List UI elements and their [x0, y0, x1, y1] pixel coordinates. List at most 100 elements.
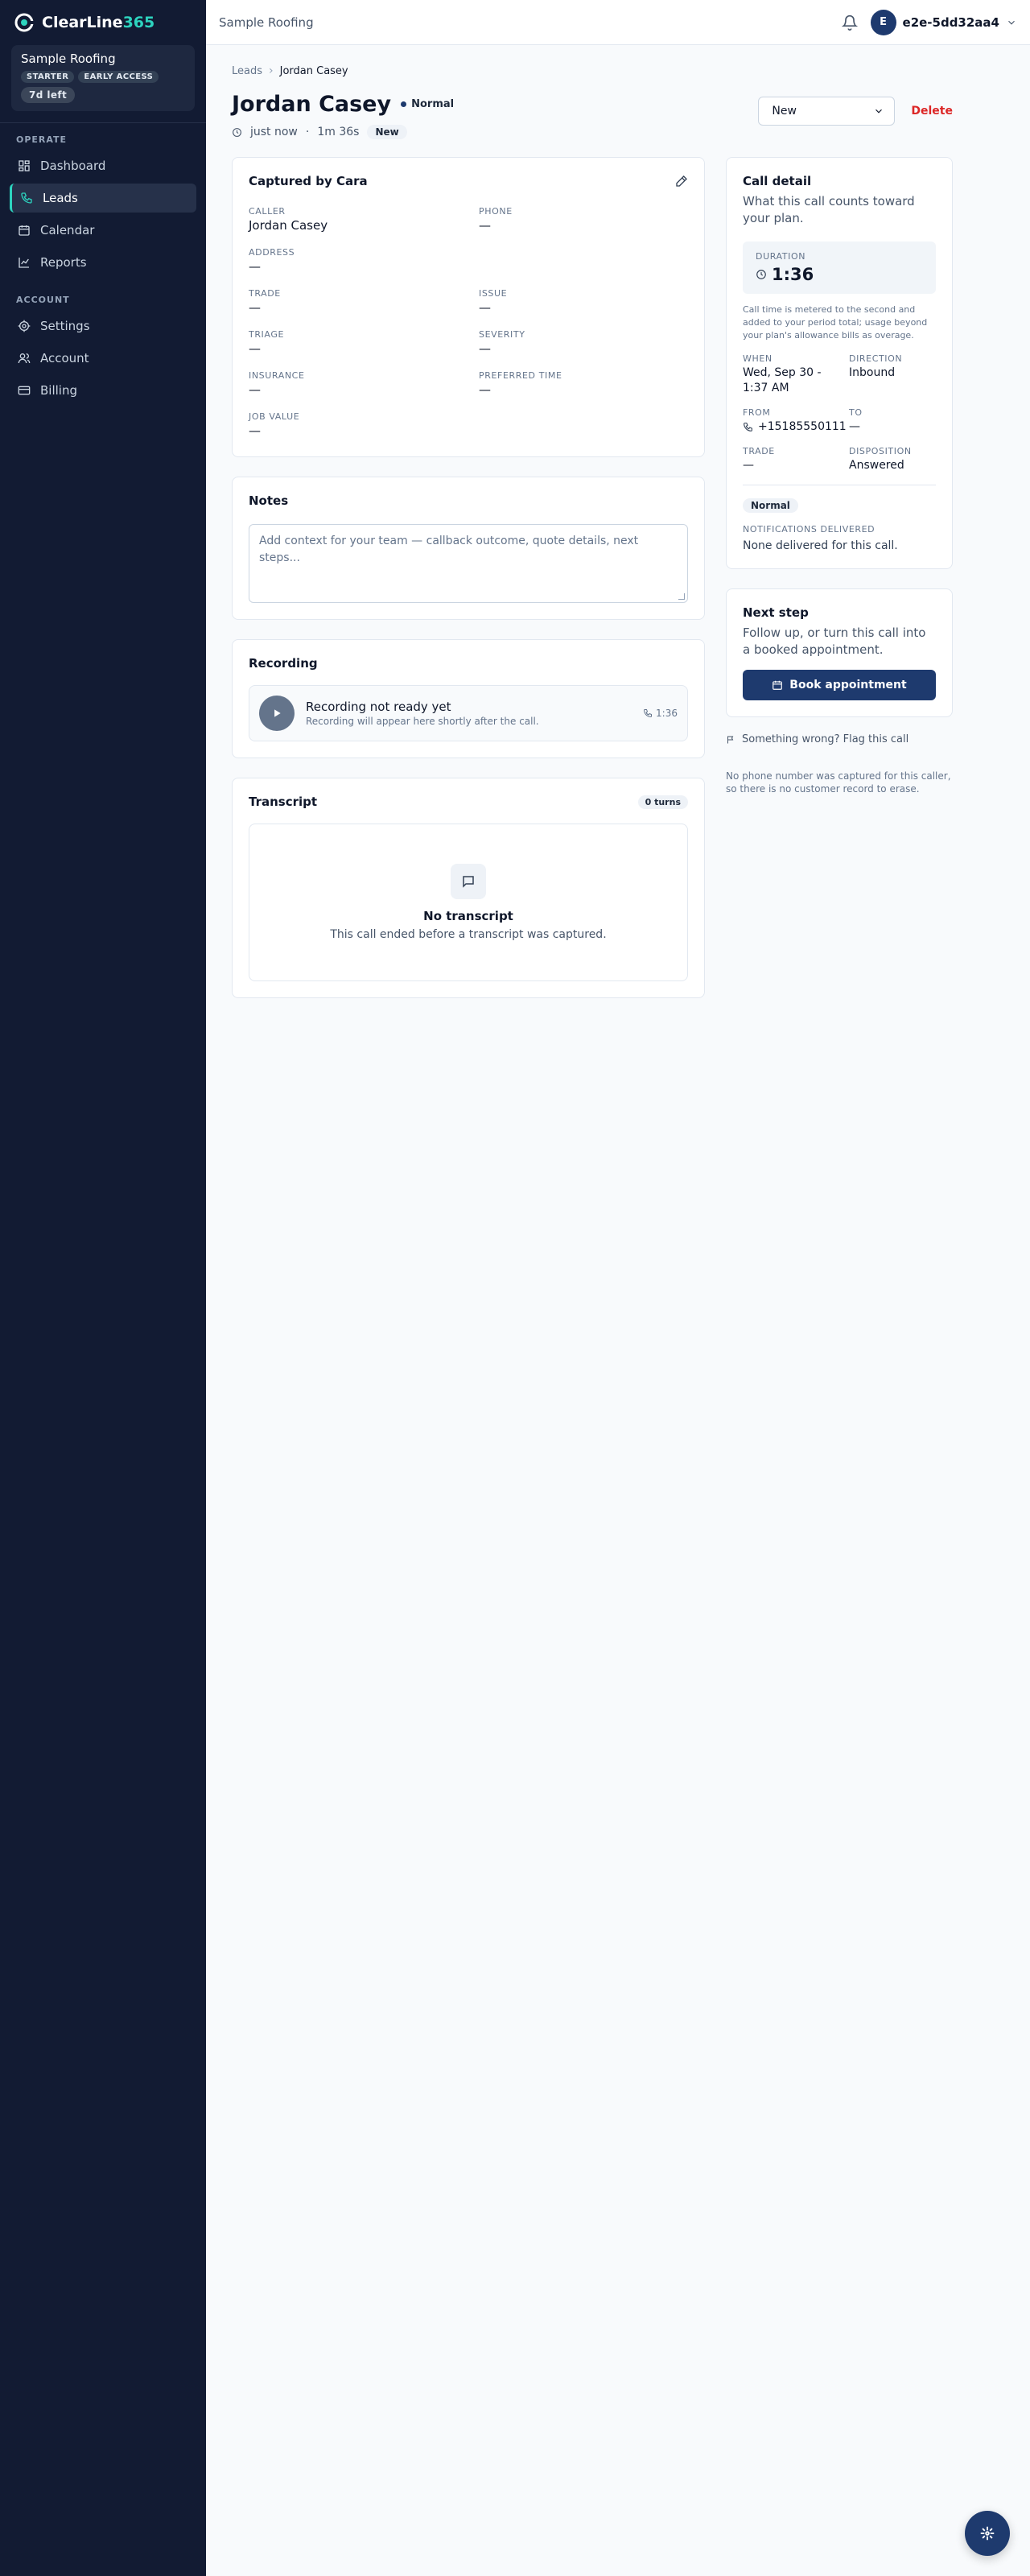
assistant-button[interactable] — [965, 2511, 1010, 2556]
delete-button[interactable]: Delete — [911, 105, 953, 118]
phone-icon — [744, 423, 752, 431]
plan-badge: STARTER — [21, 71, 75, 83]
notes-title: Notes — [249, 493, 289, 508]
breadcrumb-leads-link[interactable]: Leads — [232, 65, 262, 77]
sidebar-item-dashboard[interactable]: Dashboard — [10, 151, 196, 180]
users-icon — [18, 353, 31, 364]
no-phone-note: No phone number was captured for this ca… — [726, 770, 951, 795]
empty-sub: This call ended before a transcript was … — [330, 928, 607, 941]
metering-note: Call time is metered to the second and a… — [743, 304, 928, 341]
calendar-icon — [772, 680, 783, 690]
captured-card: Captured by Cara CALLER Jordan Casey PHON… — [232, 157, 705, 457]
chevron-right-icon: › — [269, 64, 274, 77]
book-appointment-button[interactable]: Book appointment — [743, 670, 936, 700]
transcript-title: Transcript — [249, 795, 318, 809]
field-phone: PHONE — — [479, 206, 513, 233]
sidebar-item-reports[interactable]: Reports — [10, 248, 196, 277]
sidebar-divider — [0, 122, 206, 123]
topbar: Sample Roofing E e2e-5dd32aa4 — [206, 0, 1030, 45]
calendar-icon — [19, 225, 30, 236]
recording-title: Recording — [249, 656, 318, 671]
field-issue: ISSUE — — [479, 288, 508, 315]
card-icon — [18, 386, 31, 395]
field-caller: CALLER Jordan Casey — [249, 206, 328, 233]
brand[interactable]: ClearLine365 — [0, 0, 206, 45]
recording-card: Recording Recording not ready yet Record… — [232, 639, 705, 758]
page-title: Jordan Casey — [232, 92, 392, 117]
recording-duration: 1:36 — [643, 708, 678, 719]
duration-value: 1:36 — [772, 265, 814, 284]
notifications-value: None delivered for this call. — [743, 539, 898, 552]
main-content: Leads › Jordan Casey Jordan Casey Normal… — [232, 45, 953, 1018]
dashboard-icon — [19, 160, 30, 171]
clock-icon — [756, 270, 766, 279]
detail-to: TO — — [849, 407, 863, 433]
sidebar-item-billing[interactable]: Billing — [10, 376, 196, 405]
user-name: e2e-5dd32aa4 — [902, 14, 999, 30]
recording-player: Recording not ready yet Recording will a… — [249, 685, 688, 741]
topbar-org-name: Sample Roofing — [219, 14, 314, 30]
brand-name: ClearLine365 — [42, 14, 155, 31]
user-menu[interactable]: E e2e-5dd32aa4 — [870, 9, 1017, 35]
avatar: E — [870, 9, 896, 35]
priority-chip: Normal — [743, 498, 798, 513]
detail-trade: TRADE — — [743, 446, 775, 472]
chart-icon — [19, 258, 29, 268]
org-name: Sample Roofing — [21, 52, 116, 66]
phone-icon — [21, 192, 32, 204]
nav-section-operate: OPERATE — [16, 134, 68, 145]
detail-disposition: DISPOSITION Answered — [849, 446, 912, 472]
notes-textarea[interactable]: Add context for your team — callback out… — [249, 524, 688, 603]
notifications-label: NOTIFICATIONS DELIVERED — [743, 524, 876, 535]
resize-handle[interactable] — [678, 593, 685, 600]
sidebar-item-account[interactable]: Account — [10, 344, 196, 373]
call-length: 1m 36s — [317, 126, 360, 138]
sidebar: ClearLine365 Sample Roofing STARTER EARL… — [0, 0, 206, 2576]
phone-icon — [644, 709, 653, 718]
detail-from: FROM +15185550111 — [743, 407, 847, 433]
transcript-card: Transcript 0 turns No transcript This ca… — [232, 778, 705, 998]
logo-icon — [14, 13, 34, 32]
field-insurance: INSURANCE — — [249, 370, 305, 397]
sparkle-icon — [980, 2526, 995, 2541]
early-access-badge: EARLY ACCESS — [78, 71, 159, 83]
nav-section-account: ACCOUNT — [16, 295, 70, 305]
sidebar-item-settings[interactable]: Settings — [10, 312, 196, 341]
flag-call-link[interactable]: Something wrong? Flag this call — [726, 733, 953, 745]
call-detail-card: Call detail What this call counts toward… — [726, 157, 953, 569]
field-preferred-time: PREFERRED TIME — — [479, 370, 562, 397]
field-severity: SEVERITY — — [479, 329, 525, 356]
play-icon — [274, 709, 281, 717]
duration-box: DURATION 1:36 — [743, 242, 936, 294]
sidebar-item-leads[interactable]: Leads — [10, 184, 196, 213]
pencil-icon[interactable] — [675, 175, 688, 188]
chevron-down-icon — [1008, 20, 1015, 25]
flag-icon — [727, 736, 734, 743]
notes-card: Notes Add context for your team — callba… — [232, 477, 705, 620]
time-ago: just now — [250, 126, 298, 138]
recording-sub: Recording will appear here shortly after… — [306, 716, 539, 727]
breadcrumb: Leads › Jordan Casey — [232, 64, 953, 77]
next-step-card: Next step Follow up, or turn this call i… — [726, 588, 953, 717]
call-detail-sub: What this call counts toward your plan. — [743, 194, 915, 225]
org-switcher[interactable]: Sample Roofing STARTER EARLY ACCESS 7d l… — [11, 45, 195, 111]
detail-when: WHEN Wed, Sep 30 - 1:37 AM — [743, 353, 822, 394]
play-button[interactable] — [259, 696, 295, 731]
trial-badge: 7d left — [21, 87, 76, 103]
field-triage: TRIAGE — — [249, 329, 285, 356]
turns-badge: 0 turns — [637, 795, 688, 809]
status-select[interactable]: New — [758, 97, 896, 126]
priority-badge: Normal — [401, 98, 454, 110]
priority-dot — [401, 101, 407, 107]
breadcrumb-current: Jordan Casey — [279, 64, 348, 77]
empty-title: No transcript — [423, 909, 513, 923]
call-detail-title: Call detail — [743, 174, 812, 188]
clock-icon — [233, 127, 241, 137]
message-icon — [451, 864, 486, 899]
field-address: ADDRESS — — [249, 247, 295, 274]
chevron-down-icon — [876, 109, 883, 114]
detail-direction: DIRECTION Inbound — [849, 353, 903, 379]
sidebar-item-calendar[interactable]: Calendar — [10, 216, 196, 245]
next-step-title: Next step — [743, 605, 809, 620]
bell-icon[interactable] — [841, 14, 858, 31]
